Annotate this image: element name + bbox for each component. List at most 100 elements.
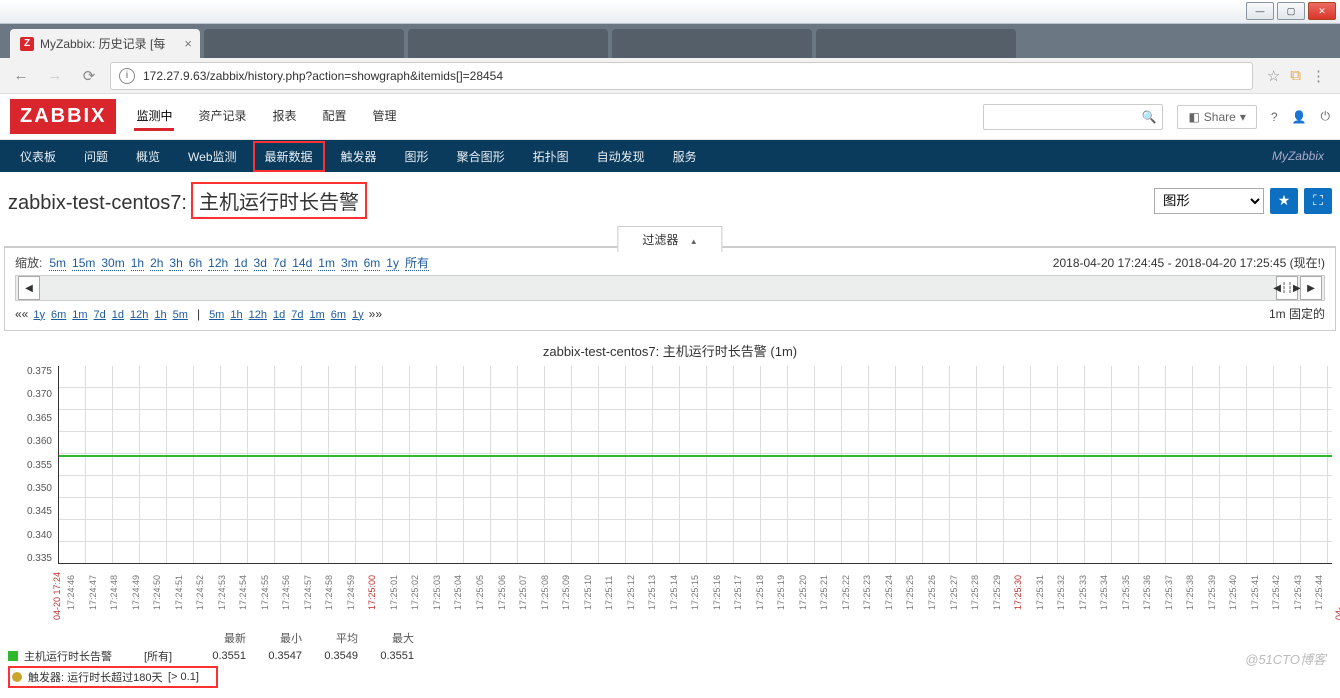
window-maximize[interactable]: ▢ [1277, 2, 1305, 20]
zoom-option[interactable]: 3h [169, 256, 182, 271]
fullscreen-button[interactable]: ⛶ [1304, 188, 1332, 214]
zoom-option[interactable]: 2h [150, 256, 163, 271]
share-button[interactable]: ◧ Share ▾ [1177, 105, 1256, 129]
nav-tick[interactable]: 1d [112, 309, 124, 321]
x-axis: 04-20 17:2417:24:4617:24:4717:24:4817:24… [58, 564, 1332, 624]
zoom-option[interactable]: 3d [254, 256, 267, 271]
browser-tab-title: MyZabbix: 历史记录 [每 [40, 35, 165, 52]
zoom-option[interactable]: 1y [386, 256, 399, 271]
zoom-option[interactable]: 30m [101, 256, 124, 271]
legend-series-row: 主机运行时长告警 [所有] 0.3551 0.3547 0.3549 0.355… [8, 648, 1332, 664]
sub-menu-item[interactable]: 触发器 [329, 141, 389, 172]
graph-panel: 缩放: 5m15m30m1h2h3h6h12h1d3d7d14d1m3m6m1y… [4, 247, 1336, 331]
sub-menu-item[interactable]: 概览 [124, 141, 172, 172]
star-icon[interactable]: ☆ [1267, 67, 1280, 85]
browser-tab-inactive[interactable] [816, 29, 1016, 58]
time-slider[interactable]: ◀ ◀┆┆▶ ▶ [15, 275, 1325, 301]
plot-area[interactable] [58, 366, 1332, 564]
watermark: @51CTO博客 [1245, 649, 1326, 668]
back-button[interactable]: ← [8, 63, 34, 89]
window-close[interactable]: ✕ [1308, 2, 1336, 20]
zoom-row: 缩放: 5m15m30m1h2h3h6h12h1d3d7d14d1m3m6m1y… [5, 248, 1335, 275]
nav-tick[interactable]: 1y [33, 309, 45, 321]
slider-grip[interactable]: ◀┆┆▶ [1276, 276, 1298, 300]
nav-tick[interactable]: 7d [291, 309, 303, 321]
zabbix-logo[interactable]: ZABBIX [10, 99, 116, 134]
browser-tab-inactive[interactable] [408, 29, 608, 58]
reload-button[interactable]: ⟳ [76, 63, 102, 89]
browser-tab-inactive[interactable] [612, 29, 812, 58]
user-icon[interactable]: 👤 [1292, 110, 1307, 124]
sub-menu-item[interactable]: 拓扑图 [521, 141, 581, 172]
nav-tick[interactable]: 1y [352, 309, 364, 321]
browser-tab-active[interactable]: Z MyZabbix: 历史记录 [每 × [10, 29, 200, 58]
logout-icon[interactable]: ⏻ [1321, 109, 1331, 124]
chevron-down-icon: ▾ [1240, 110, 1246, 124]
nav-tick[interactable]: 7d [94, 309, 106, 321]
zoom-option[interactable]: 6h [189, 256, 202, 271]
zoom-option[interactable]: 3m [341, 256, 358, 271]
global-search[interactable]: 🔍 [983, 104, 1163, 130]
top-menu-item[interactable]: 配置 [321, 103, 349, 131]
url-field[interactable]: i 172.27.9.63/zabbix/history.php?action=… [110, 62, 1253, 90]
sub-menu-item[interactable]: 聚合图形 [445, 141, 517, 172]
legend: 最新最小平均最大 主机运行时长告警 [所有] 0.3551 0.3547 0.3… [8, 630, 1332, 688]
legend-trigger-row: 触发器: 运行时长超过180天 [> 0.1] [8, 666, 1332, 688]
extension-icon[interactable]: ⧉ [1290, 67, 1301, 85]
zoom-option[interactable]: 所有 [405, 256, 429, 271]
nav-tick[interactable]: 1m [72, 309, 87, 321]
menu-icon[interactable]: ⋮ [1311, 67, 1326, 85]
view-mode-select[interactable]: 图形 [1154, 188, 1264, 214]
forward-button[interactable]: → [42, 63, 68, 89]
zoom-option[interactable]: 1m [318, 256, 335, 271]
zoom-option[interactable]: 1d [234, 256, 247, 271]
zoom-option[interactable]: 7d [273, 256, 286, 271]
item-name-highlight: 主机运行时长告警 [191, 182, 367, 219]
zoom-option[interactable]: 15m [72, 256, 95, 271]
nav-tick[interactable]: 1d [273, 309, 285, 321]
site-info-icon[interactable]: i [119, 68, 135, 84]
help-icon[interactable]: ? [1271, 110, 1278, 124]
browser-tab-inactive[interactable] [204, 29, 404, 58]
top-menu-item[interactable]: 报表 [270, 103, 298, 131]
sub-menu-item[interactable]: Web监测 [176, 141, 248, 172]
zoom-option[interactable]: 12h [208, 256, 228, 271]
window-titlebar: — ▢ ✕ [0, 0, 1340, 24]
nav-tick[interactable]: 12h [249, 309, 267, 321]
nav-tick[interactable]: 1m [309, 309, 324, 321]
sub-menu-item[interactable]: 问题 [72, 141, 120, 172]
slider-next[interactable]: ▶ [1300, 276, 1322, 300]
window-minimize[interactable]: — [1246, 2, 1274, 20]
browser-tab-strip: Z MyZabbix: 历史记录 [每 × [0, 24, 1340, 58]
zoom-option[interactable]: 6m [364, 256, 381, 271]
nav-tick[interactable]: 1h [154, 309, 166, 321]
nav-tick[interactable]: 5m [209, 309, 224, 321]
sub-menu-item[interactable]: 服务 [661, 141, 709, 172]
nav-ticks: «« 1y6m1m7d1d12h1h5m | 5m1h12h1d7d1m6m1y… [5, 301, 1335, 330]
top-menu-item[interactable]: 监测中 [134, 103, 174, 131]
sub-menu-item[interactable]: 仪表板 [8, 141, 68, 172]
share-icon: ◧ [1188, 110, 1199, 124]
nav-tick[interactable]: 12h [130, 309, 148, 321]
time-range: 2018-04-20 17:24:45 - 2018-04-20 17:25:4… [1053, 254, 1325, 271]
fixed-label: 1m 固定的 [1269, 305, 1325, 322]
top-menu-item[interactable]: 资产记录 [196, 103, 248, 131]
nav-tick[interactable]: 6m [331, 309, 346, 321]
zoom-option[interactable]: 5m [49, 256, 66, 271]
tab-close-icon[interactable]: × [184, 36, 192, 51]
sub-menu-item[interactable]: 自动发现 [585, 141, 657, 172]
zoom-option[interactable]: 1h [131, 256, 144, 271]
slider-prev[interactable]: ◀ [18, 276, 40, 300]
nav-tick[interactable]: 5m [173, 309, 188, 321]
top-menu-item[interactable]: 管理 [371, 103, 399, 131]
zoom-option[interactable]: 14d [292, 256, 312, 271]
favorite-button[interactable]: ★ [1270, 188, 1298, 214]
sub-menu-item[interactable]: 最新数据 [253, 141, 325, 172]
nav-tick[interactable]: 1h [230, 309, 242, 321]
filter-toggle[interactable]: 过滤器 [617, 226, 722, 252]
browser-address-bar: ← → ⟳ i 172.27.9.63/zabbix/history.php?a… [0, 58, 1340, 94]
filter-bar: 过滤器 [4, 227, 1336, 247]
nav-tick[interactable]: 6m [51, 309, 66, 321]
chart: zabbix-test-centos7: 主机运行时长告警 (1m) 0.375… [8, 341, 1332, 624]
sub-menu-item[interactable]: 图形 [393, 141, 441, 172]
